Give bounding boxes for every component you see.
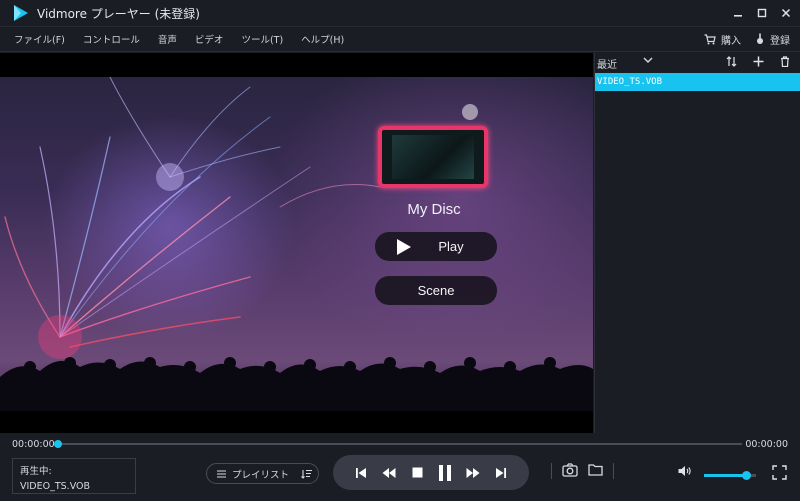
divider (613, 463, 614, 479)
tool-buttons (551, 463, 614, 480)
menu-tools[interactable]: ツール(T) (241, 32, 283, 46)
play-icon (397, 239, 411, 255)
key-icon (757, 33, 763, 44)
disc-thumbnail-image (392, 135, 474, 179)
disc-scene-button[interactable]: Scene (375, 276, 497, 305)
video-frame[interactable]: My Disc Play Scene (0, 77, 593, 411)
app-logo-icon (14, 5, 28, 21)
now-playing-box: 再生中: VIDEO_TS.VOB (12, 458, 136, 494)
total-time: 00:00:00 (745, 439, 788, 450)
fast-forward-icon[interactable] (465, 465, 481, 481)
register-label: 登録 (770, 35, 790, 47)
window-controls (728, 0, 800, 26)
disc-title: My Disc (407, 201, 461, 218)
menu-file[interactable]: ファイル(F) (14, 32, 65, 46)
chevron-down-icon[interactable] (643, 56, 653, 67)
volume-slider[interactable] (704, 471, 756, 480)
camera-icon[interactable] (562, 463, 578, 480)
menu-help[interactable]: ヘルプ(H) (301, 32, 344, 46)
purchase-label: 購入 (721, 35, 741, 47)
folder-icon[interactable] (588, 463, 603, 480)
current-time: 00:00:00 (12, 439, 55, 450)
video-area[interactable]: My Disc Play Scene (0, 53, 593, 433)
playlist-item[interactable]: VIDEO_TS.VOB (595, 73, 800, 91)
purchase-button[interactable]: 購入 (704, 32, 741, 47)
skip-next-icon[interactable] (493, 465, 509, 481)
menu-control[interactable]: コントロール (83, 32, 140, 46)
disc-scene-label: Scene (417, 283, 455, 298)
playlist-header: 最近 (595, 53, 800, 73)
now-playing-file: VIDEO_TS.VOB (20, 481, 91, 492)
maximize-icon[interactable] (752, 0, 772, 26)
fullscreen-icon[interactable] (772, 465, 787, 483)
trash-icon[interactable] (780, 56, 790, 70)
disc-play-label: Play (438, 239, 464, 254)
playlist-button-label: プレイリスト (232, 469, 290, 481)
progress-knob[interactable] (54, 440, 62, 448)
title-bar: Vidmore プレーヤー (未登録) (0, 0, 800, 26)
now-playing-label: 再生中: (20, 466, 52, 477)
menu-right-actions: 購入 登録 (704, 27, 790, 51)
disc-thumbnail (378, 126, 488, 188)
playlist-sort-icon (301, 469, 313, 479)
menu-bar: ファイル(F) コントロール 音声 ビデオ ツール(T) ヘルプ(H) 購入 登… (0, 26, 800, 52)
divider (551, 463, 552, 479)
disc-play-button[interactable]: Play (375, 232, 497, 261)
window-title: Vidmore プレーヤー (未登録) (37, 6, 200, 21)
cart-icon (704, 33, 716, 44)
stop-icon[interactable] (409, 465, 425, 481)
add-icon[interactable] (753, 56, 764, 70)
transport-controls (333, 455, 529, 490)
sort-order-icon[interactable] (726, 56, 737, 70)
menu-audio[interactable]: 音声 (158, 32, 177, 46)
list-icon (217, 470, 226, 477)
playlist-panel: 最近 VIDEO_TS.VOB (594, 53, 800, 433)
volume-fill (704, 474, 746, 477)
progress-bar[interactable] (54, 440, 742, 448)
skip-previous-icon[interactable] (353, 465, 369, 481)
minimize-icon[interactable] (728, 0, 748, 26)
rewind-icon[interactable] (381, 465, 397, 481)
fireworks-scene (0, 77, 593, 411)
register-button[interactable]: 登録 (755, 32, 790, 47)
control-bar: 00:00:00 00:00:00 再生中: VIDEO_TS.VOB プレイリ… (0, 433, 800, 501)
volume-icon[interactable] (678, 465, 692, 480)
playlist-item-name: VIDEO_TS.VOB (597, 77, 663, 87)
volume-knob[interactable] (741, 471, 751, 480)
pause-icon[interactable] (437, 464, 453, 481)
playlist-actions (726, 53, 790, 73)
close-icon[interactable] (776, 0, 796, 26)
playlist-toggle-button[interactable]: プレイリスト (206, 463, 319, 484)
sort-dropdown[interactable]: 最近 (597, 56, 617, 71)
menu-video[interactable]: ビデオ (195, 32, 224, 46)
